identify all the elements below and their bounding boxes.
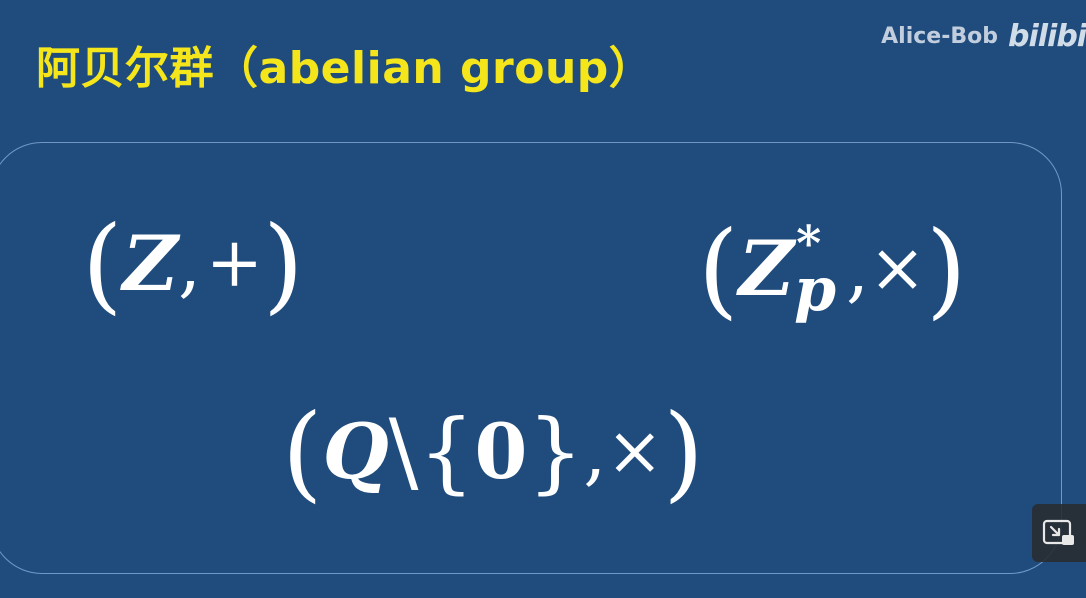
- comma: ,: [178, 222, 201, 306]
- right-paren: ): [663, 391, 704, 513]
- slide: 阿贝尔群（abelian group） Alice-Bob bilibili (…: [0, 0, 1086, 598]
- set-symbol: Z: [122, 219, 179, 308]
- formula-multiplicative-group-mod-p: (Z * p ,×): [698, 214, 967, 324]
- right-brace: }: [527, 400, 584, 503]
- picture-in-picture-button[interactable]: [1032, 504, 1086, 562]
- slide-title: 阿贝尔群（abelian group）: [36, 43, 654, 94]
- left-brace: {: [418, 400, 475, 503]
- operator: ×: [606, 412, 664, 491]
- right-paren: ): [263, 203, 304, 325]
- subscript: p: [794, 255, 837, 325]
- right-paren: ): [925, 208, 967, 330]
- left-paren: (: [698, 208, 739, 330]
- set-symbol: Z: [738, 224, 795, 313]
- set-minus: \: [388, 400, 419, 503]
- comma: ,: [846, 227, 869, 311]
- left-paren: (: [282, 391, 323, 513]
- watermark: Alice-Bob bilibili: [881, 18, 1086, 54]
- sub-superscript: * p: [794, 214, 846, 324]
- picture-in-picture-exit-icon: [1042, 519, 1074, 545]
- left-paren: (: [82, 203, 123, 325]
- watermark-text: Alice-Bob: [881, 23, 998, 49]
- bilibili-logo: bilibili: [1008, 18, 1086, 54]
- zero: 0: [474, 407, 528, 496]
- set-symbol: Q: [322, 407, 389, 496]
- comma: ,: [583, 410, 607, 494]
- formula-panel: [0, 142, 1062, 574]
- formula-integers-addition: (Z, +): [82, 212, 304, 316]
- formula-nonzero-rationals-multiplication: (Q\{0},×): [282, 400, 704, 504]
- operator: ×: [868, 229, 926, 308]
- operator: +: [206, 224, 264, 303]
